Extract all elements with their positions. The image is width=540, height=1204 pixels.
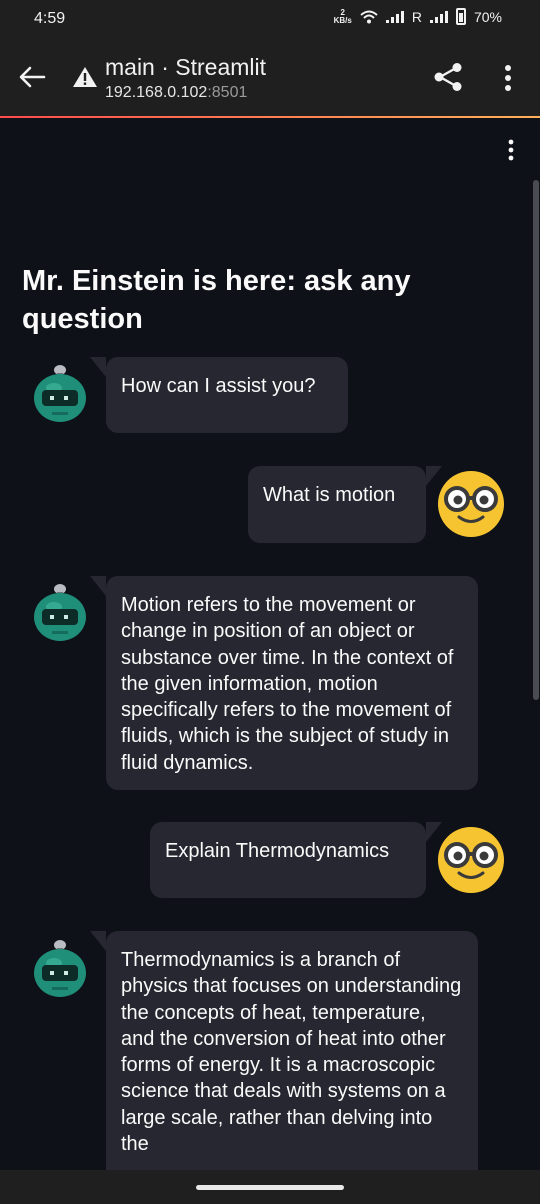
url-port: :8501 (207, 84, 248, 101)
assistant-robot-avatar-icon (34, 584, 86, 641)
assistant-message: Motion refers to the movement or change … (90, 576, 478, 790)
status-bar: 4:59 2 KB/s R 70% (0, 0, 540, 38)
message-text: How can I assist you? (121, 375, 316, 397)
roaming-indicator: R (411, 8, 422, 25)
page-load-divider (0, 116, 540, 118)
user-nerd-face-avatar-icon (438, 471, 504, 537)
network-speed: 2 KB/s (333, 8, 352, 25)
signal-icon-2 (429, 10, 448, 23)
app-menu-icon[interactable] (505, 138, 517, 162)
url-host: 192.168.0.102 (105, 84, 208, 101)
share-icon[interactable] (432, 62, 464, 92)
site-title[interactable]: main · Streamlit (105, 54, 266, 81)
site-url[interactable]: 192.168.0.102:8501 (105, 84, 247, 102)
status-time: 4:59 (34, 10, 66, 27)
more-vert-icon[interactable] (502, 64, 514, 92)
user-message: What is motion (248, 466, 442, 543)
user-message: Explain Thermodynamics (150, 822, 442, 898)
network-speed-unit: KB/s (333, 15, 352, 25)
assistant-message: How can I assist you? (90, 357, 348, 433)
wifi-icon (360, 10, 378, 23)
message-text: Explain Thermodynamics (165, 840, 390, 862)
message-text: Motion refers to the movement or change … (121, 594, 454, 774)
page-title: Mr. Einstein is here: ask any question (22, 265, 411, 335)
battery-icon (455, 8, 466, 25)
message-text: Thermodynamics is a branch of physics th… (121, 949, 462, 1156)
scrollbar[interactable] (533, 180, 539, 700)
message-text: What is motion (263, 484, 396, 506)
assistant-robot-avatar-icon (34, 365, 86, 422)
home-gesture-bar[interactable] (196, 1185, 344, 1190)
assistant-message: Thermodynamics is a branch of physics th… (90, 931, 478, 1204)
signal-icon (385, 10, 404, 23)
assistant-robot-avatar-icon (34, 940, 86, 997)
user-nerd-face-avatar-icon (438, 827, 504, 893)
back-arrow-icon[interactable] (16, 64, 48, 90)
system-navigation-bar (0, 1170, 540, 1204)
status-icons: 2 KB/s R 70% (334, 8, 502, 25)
browser-toolbar: main · Streamlit 192.168.0.102:8501 (0, 38, 540, 116)
warning-icon[interactable] (72, 66, 98, 88)
battery-percent: 70% (473, 8, 502, 25)
